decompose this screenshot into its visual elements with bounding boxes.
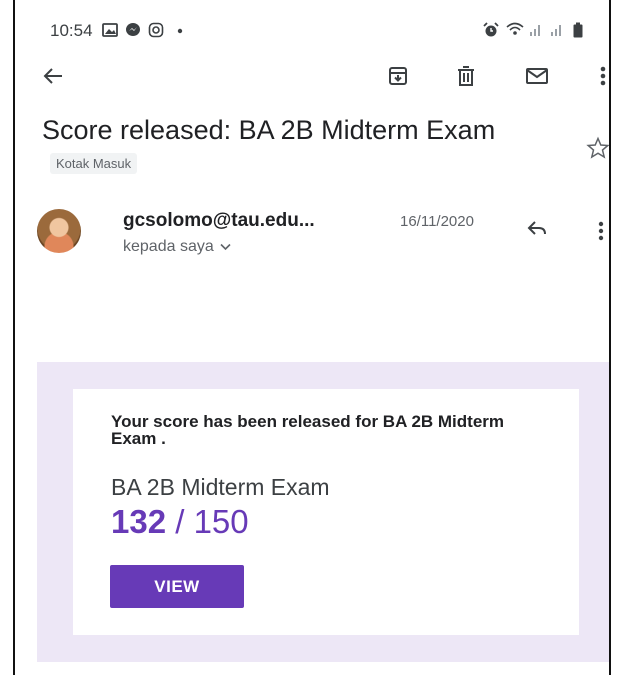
alarm-icon bbox=[483, 22, 499, 38]
avatar[interactable] bbox=[37, 209, 81, 253]
email-subject: Score released: BA 2B Midterm Exam Kotak … bbox=[42, 113, 572, 183]
status-time: 10:54 bbox=[50, 21, 93, 40]
messenger-icon bbox=[125, 22, 141, 38]
more-vert-icon[interactable] bbox=[598, 221, 604, 246]
dot-icon bbox=[172, 22, 188, 38]
chevron-down-icon bbox=[220, 238, 231, 256]
signal-icon bbox=[549, 22, 565, 38]
star-icon[interactable] bbox=[586, 136, 609, 165]
recipient-toggle[interactable]: kepada saya bbox=[123, 238, 231, 256]
sender-address[interactable]: gcsolomo@tau.edu... bbox=[123, 210, 315, 232]
battery-icon bbox=[572, 22, 588, 38]
score-value: 132 / 150 bbox=[111, 503, 249, 541]
subject-text: Score released: BA 2B Midterm Exam bbox=[42, 115, 496, 145]
score-separator: / bbox=[166, 503, 194, 540]
reply-icon[interactable] bbox=[527, 219, 547, 242]
email-date: 16/11/2020 bbox=[400, 213, 474, 230]
instagram-icon bbox=[148, 22, 164, 38]
archive-icon[interactable] bbox=[384, 62, 412, 90]
status-bar: 10:54 bbox=[15, 0, 609, 58]
view-button[interactable]: VIEW bbox=[110, 565, 244, 608]
wifi-icon bbox=[506, 22, 524, 38]
arrow-left-icon[interactable] bbox=[39, 62, 67, 90]
exam-name: BA 2B Midterm Exam bbox=[111, 474, 330, 500]
score-total: 150 bbox=[193, 503, 249, 540]
label-chip[interactable]: Kotak Masuk bbox=[50, 153, 138, 175]
recipient-label: kepada saya bbox=[123, 238, 214, 256]
more-vert-icon[interactable] bbox=[589, 62, 609, 90]
signal-icon bbox=[528, 22, 544, 38]
score-earned: 132 bbox=[111, 503, 167, 540]
score-released-message: Your score has been released for BA 2B M… bbox=[111, 412, 505, 448]
delete-icon[interactable] bbox=[452, 62, 480, 90]
mark-unread-icon[interactable] bbox=[523, 62, 551, 90]
gallery-icon bbox=[102, 22, 118, 38]
email-screen: 10:54 Score released: BA 2B Midterm Exam… bbox=[13, 0, 611, 675]
